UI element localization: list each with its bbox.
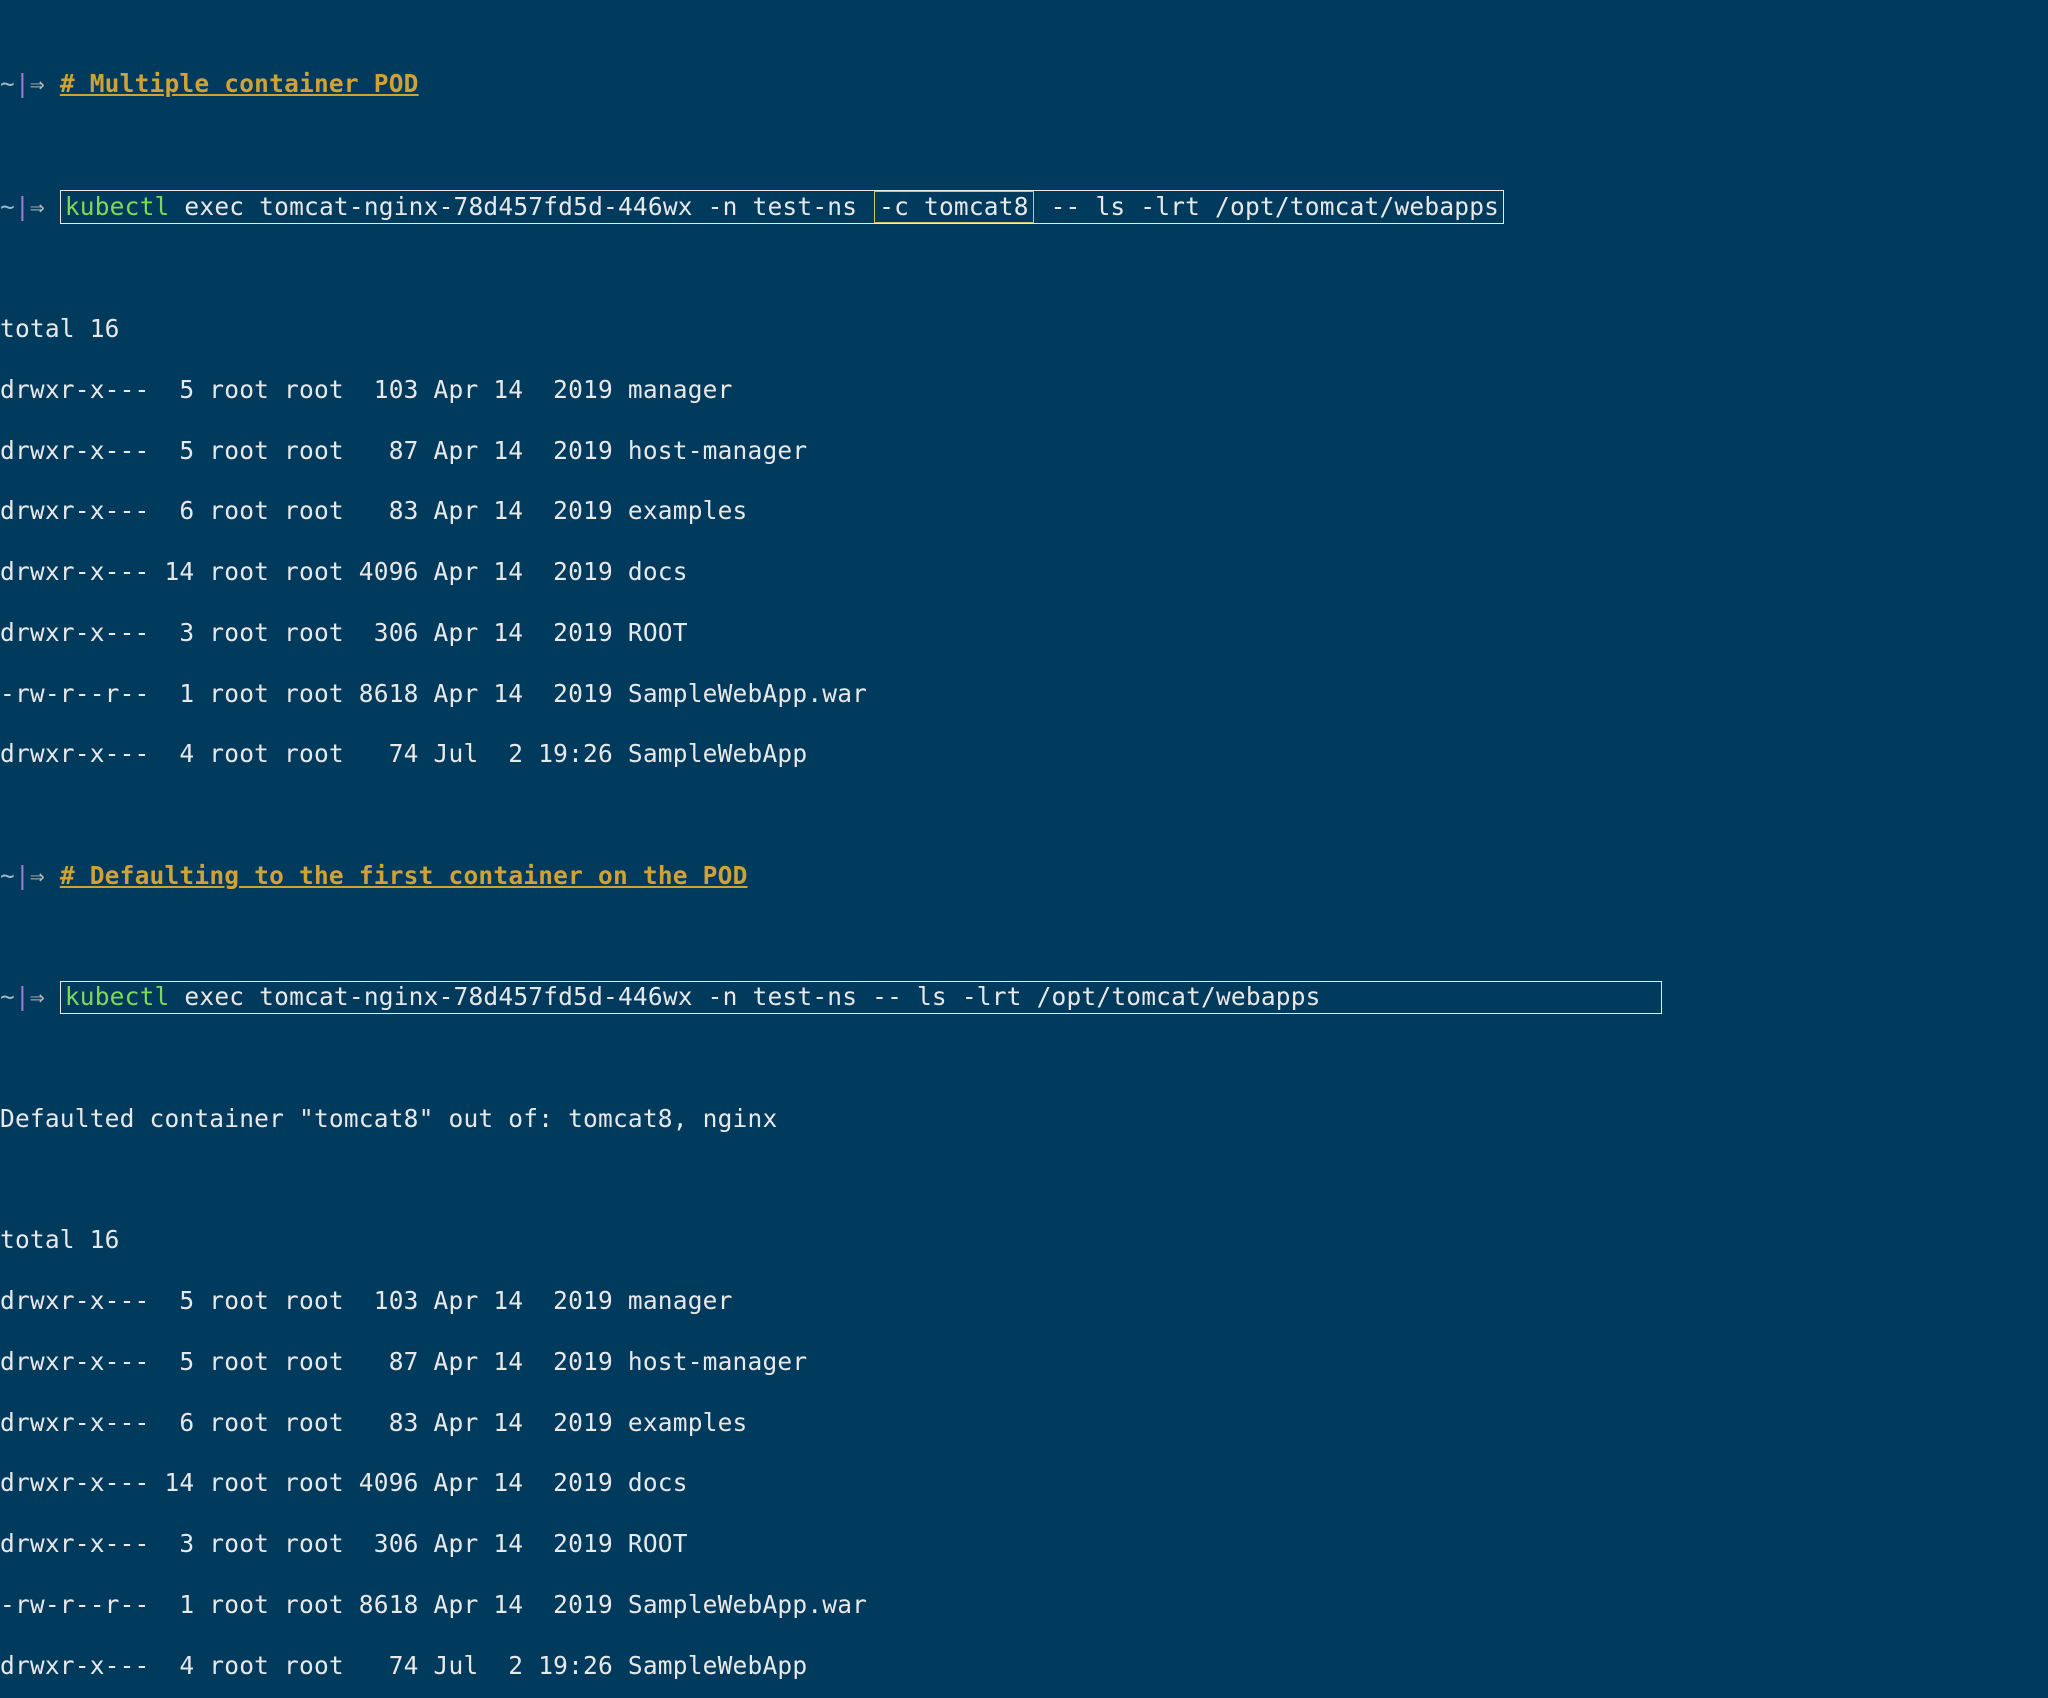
defaulted-container-line: Defaulted container "tomcat8" out of: to… [0,1104,2048,1134]
ls-row: drwxr-x--- 3 root root 306 Apr 14 2019 R… [0,618,2048,648]
ls-row: drwxr-x--- 14 root root 4096 Apr 14 2019… [0,1468,2048,1498]
command-1-pre: exec tomcat-nginx-78d457fd5d-446wx -n te… [169,192,872,221]
ls-row: drwxr-x--- 3 root root 306 Apr 14 2019 R… [0,1529,2048,1559]
kubectl-cmd: kubectl [65,192,170,221]
ls-row: drwxr-x--- 5 root root 103 Apr 14 2019 m… [0,375,2048,405]
prompt-pipe: | [15,861,30,890]
comment-line-top: ~|⇒ # Multiple container POD [0,69,2048,99]
ls-row: drwxr-x--- 4 root root 74 Jul 2 19:26 Sa… [0,739,2048,769]
terminal[interactable]: ~|⇒ # Multiple container POD ~|⇒ kubectl… [0,0,2048,1698]
ls-row: drwxr-x--- 5 root root 87 Apr 14 2019 ho… [0,436,2048,466]
prompt-arrow-icon: ⇒ [30,192,45,221]
prompt-arrow-icon: ⇒ [30,69,45,98]
ls-row: drwxr-x--- 5 root root 87 Apr 14 2019 ho… [0,1347,2048,1377]
ls-row: drwxr-x--- 14 root root 4096 Apr 14 2019… [0,557,2048,587]
flag-c-text: -c tomcat8 [879,192,1029,221]
command-1-post: -- ls -lrt /opt/tomcat/webapps [1036,192,1499,221]
ls-row: -rw-r--r-- 1 root root 8618 Apr 14 2019 … [0,1590,2048,1620]
prompt-pipe: | [15,192,30,221]
prompt-tilde: ~ [0,192,15,221]
command-1-box: kubectl exec tomcat-nginx-78d457fd5d-446… [60,190,1504,224]
total-line: total 16 [0,314,2048,344]
prompt-tilde: ~ [0,69,15,98]
command-2-box: kubectl exec tomcat-nginx-78d457fd5d-446… [60,981,1662,1013]
prompt-pipe: | [15,982,30,1011]
prompt-arrow-icon: ⇒ [30,861,45,890]
prompt-pipe: | [15,69,30,98]
prompt-tilde: ~ [0,982,15,1011]
prompt-arrow-icon: ⇒ [30,982,45,1011]
command-line-2: ~|⇒ kubectl exec tomcat-nginx-78d457fd5d… [0,982,2048,1012]
command-line-1: ~|⇒ kubectl exec tomcat-nginx-78d457fd5d… [0,191,2048,223]
comment-top: # Multiple container POD [60,69,419,98]
comment-line-2: ~|⇒ # Defaulting to the first container … [0,861,2048,891]
flag-c-highlight: -c tomcat8 [874,191,1034,223]
ls-row: drwxr-x--- 5 root root 103 Apr 14 2019 m… [0,1286,2048,1316]
kubectl-cmd: kubectl [65,982,170,1011]
command-2-rest: exec tomcat-nginx-78d457fd5d-446wx -n te… [169,982,1320,1011]
total-line: total 16 [0,1225,2048,1255]
ls-row: drwxr-x--- 6 root root 83 Apr 14 2019 ex… [0,496,2048,526]
ls-row: drwxr-x--- 4 root root 74 Jul 2 19:26 Sa… [0,1651,2048,1681]
comment-2: # Defaulting to the first container on t… [60,861,748,890]
ls-row: drwxr-x--- 6 root root 83 Apr 14 2019 ex… [0,1408,2048,1438]
ls-row: -rw-r--r-- 1 root root 8618 Apr 14 2019 … [0,679,2048,709]
prompt-tilde: ~ [0,861,15,890]
